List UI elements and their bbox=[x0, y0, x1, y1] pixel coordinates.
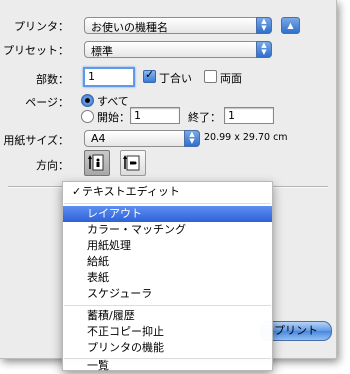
menu-item-scheduler[interactable]: スケジューラ bbox=[63, 286, 272, 302]
menu-item-label: 不正コピー抑止 bbox=[87, 325, 164, 338]
panel-popup-menu: ✓ テキストエディット レイアウト カラー・マッチング 用紙処理 給紙 表紙 ス… bbox=[62, 181, 273, 372]
checkmark-icon: ✓ bbox=[72, 185, 82, 198]
portrait-orientation-icon bbox=[88, 154, 104, 171]
pages-range-radio[interactable] bbox=[81, 110, 94, 123]
menu-item-label: スケジューラ bbox=[87, 287, 153, 300]
menu-item-printer-features[interactable]: プリンタの機能 bbox=[63, 340, 272, 356]
menu-item-label: 用紙処理 bbox=[87, 239, 131, 252]
updown-arrows-icon: ▲ ▼ bbox=[256, 17, 272, 34]
updown-arrows-icon: ▲ ▼ bbox=[256, 41, 272, 58]
menu-item-storage-history[interactable]: 蓄積/履歴 bbox=[63, 308, 272, 324]
menu-item-textedit[interactable]: ✓ テキストエディット bbox=[63, 184, 272, 200]
landscape-orientation-icon bbox=[123, 155, 140, 171]
duplex-checkbox[interactable] bbox=[204, 70, 217, 83]
triangle-up-icon[interactable]: ▲ bbox=[281, 17, 300, 34]
pages-to-field[interactable]: 1 bbox=[224, 107, 274, 124]
pages-all-radio[interactable] bbox=[81, 94, 94, 107]
updown-arrows-icon: ▲ ▼ bbox=[184, 130, 200, 147]
pages-from-value: 1 bbox=[134, 109, 141, 122]
menu-item-cover-page[interactable]: 表紙 bbox=[63, 270, 272, 286]
pages-to-value: 1 bbox=[228, 109, 235, 122]
copies-field[interactable]: 1 bbox=[83, 67, 135, 87]
menu-item-summary[interactable]: 一覧 bbox=[63, 359, 272, 372]
preset-value: 標準 bbox=[91, 45, 113, 58]
menu-item-label: プリンタの機能 bbox=[87, 341, 164, 354]
menu-item-label: 一覧 bbox=[87, 359, 109, 372]
orientation-label: 方向： bbox=[36, 159, 69, 172]
menu-item-layout[interactable]: レイアウト bbox=[63, 206, 272, 222]
printer-value: お使いの機種名 bbox=[91, 21, 168, 34]
printer-popup[interactable]: お使いの機種名 ▲ ▼ bbox=[84, 17, 272, 34]
copies-value: 1 bbox=[88, 70, 95, 83]
menu-item-color-matching[interactable]: カラー・マッチング bbox=[63, 222, 272, 238]
pages-from-label: 開始： bbox=[97, 111, 130, 124]
pages-to-label: 終了： bbox=[188, 111, 221, 124]
paper-size-label: 用紙サイズ： bbox=[3, 134, 69, 147]
duplex-label: 両面 bbox=[220, 72, 242, 85]
preset-popup[interactable]: 標準 ▲ ▼ bbox=[84, 41, 272, 58]
portrait-orientation-button[interactable] bbox=[84, 150, 110, 176]
menu-item-label: カラー・マッチング bbox=[87, 223, 186, 236]
paper-dimensions: 20.99 x 29.70 cm bbox=[204, 132, 288, 143]
landscape-orientation-button[interactable] bbox=[120, 150, 146, 176]
pages-all-label: すべて bbox=[97, 95, 129, 108]
menu-item-label: 給紙 bbox=[87, 255, 109, 268]
pages-label: ページ： bbox=[25, 96, 69, 109]
collated-label: 丁合い bbox=[159, 72, 192, 85]
printer-label: プリンタ： bbox=[14, 20, 69, 33]
menu-item-paper-feed[interactable]: 給紙 bbox=[63, 254, 272, 270]
pages-from-field[interactable]: 1 bbox=[130, 107, 180, 124]
menu-item-label: テキストエディット bbox=[82, 185, 180, 198]
paper-size-popup[interactable]: A4 ▲ ▼ bbox=[84, 130, 200, 147]
preset-label: プリセット： bbox=[3, 44, 69, 57]
copies-label: 部数： bbox=[36, 73, 69, 86]
menu-item-copy-protection[interactable]: 不正コピー抑止 bbox=[63, 324, 272, 340]
paper-size-value: A4 bbox=[91, 132, 106, 145]
collated-checkbox[interactable] bbox=[143, 68, 156, 83]
menu-item-paper-handling[interactable]: 用紙処理 bbox=[63, 238, 272, 254]
menu-separator bbox=[64, 305, 271, 306]
menu-separator bbox=[64, 203, 271, 204]
menu-item-label: レイアウト bbox=[87, 207, 142, 220]
menu-item-label: 表紙 bbox=[87, 271, 109, 284]
menu-item-label: 蓄積/履歴 bbox=[87, 309, 135, 322]
